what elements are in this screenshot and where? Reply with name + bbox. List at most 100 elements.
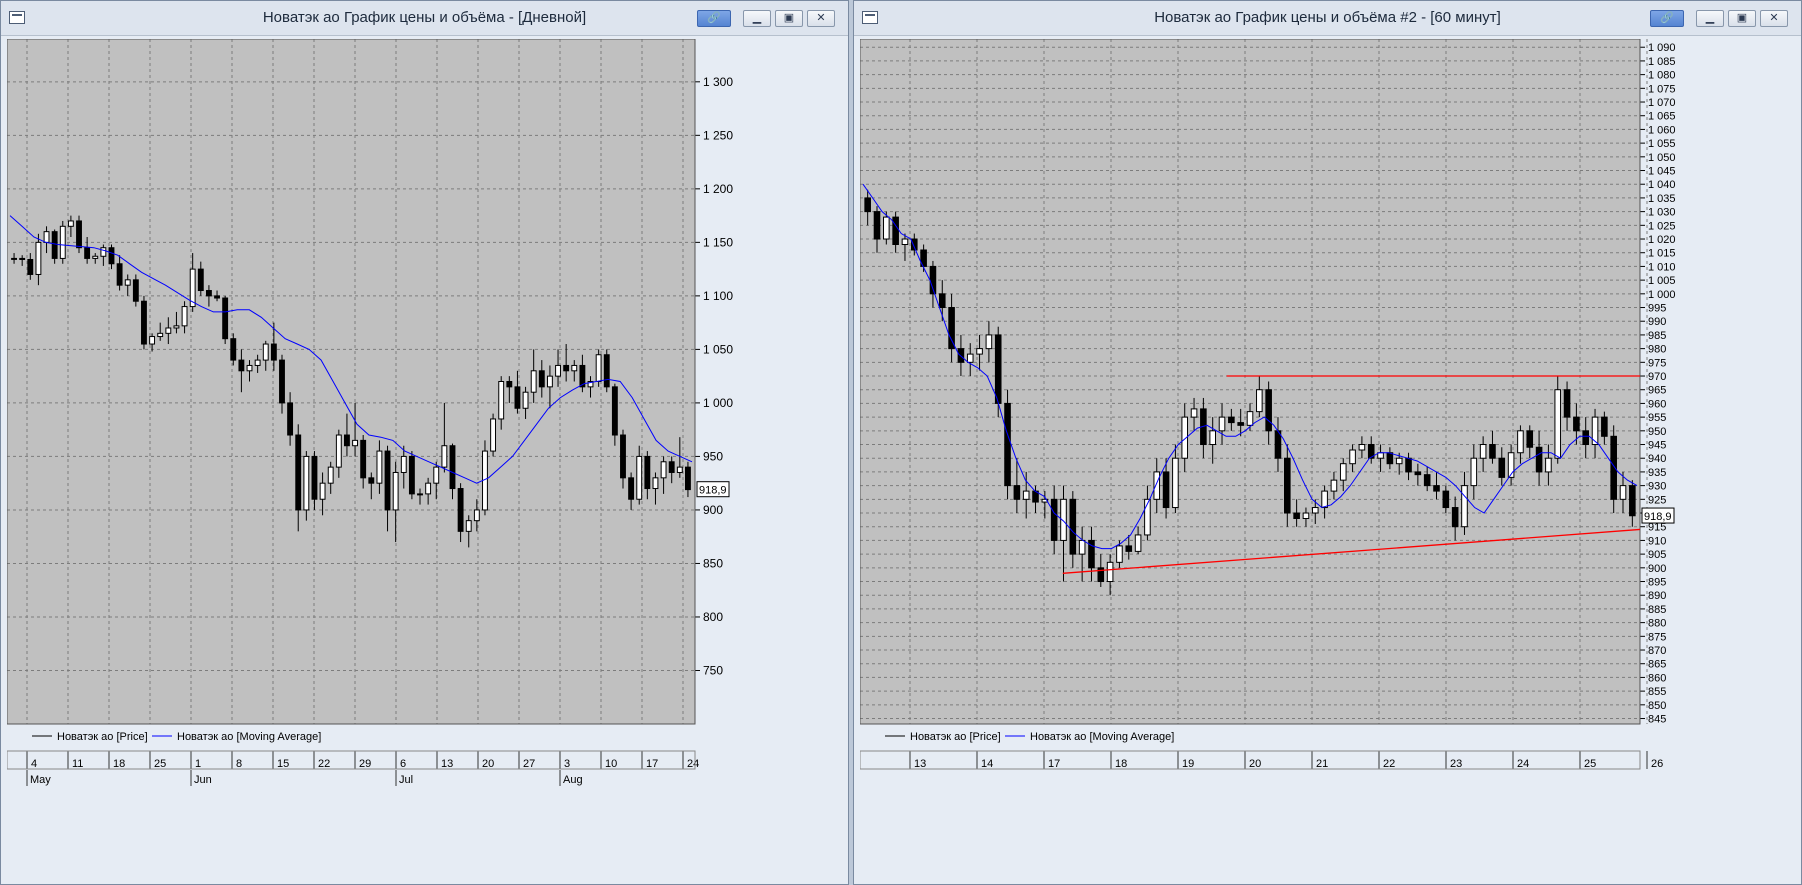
month-label: Aug bbox=[563, 774, 583, 786]
candle-body bbox=[1162, 471, 1170, 509]
candle-body bbox=[392, 471, 399, 511]
y-tick-label: 945 bbox=[1648, 440, 1666, 452]
y-tick-label: 1 090 bbox=[1648, 42, 1676, 54]
title-bar[interactable]: Новатэк ао График цены и объёма #2 - [60… bbox=[854, 1, 1801, 36]
x-tick-label: 4 bbox=[31, 758, 37, 770]
candle-body bbox=[1218, 416, 1226, 432]
y-tick-label: 850 bbox=[703, 556, 723, 570]
candle-body bbox=[457, 488, 464, 532]
candle-body bbox=[335, 434, 342, 468]
y-tick-label: 1 000 bbox=[703, 396, 733, 410]
y-tick-label: 980 bbox=[1648, 344, 1666, 356]
x-tick-label: 25 bbox=[1584, 758, 1596, 770]
candle-body bbox=[1284, 457, 1291, 514]
x-tick-label: 17 bbox=[646, 758, 658, 770]
candle-body bbox=[262, 343, 269, 361]
x-tick-label: 29 bbox=[359, 758, 371, 770]
candle-body bbox=[1545, 457, 1552, 473]
candle-body bbox=[76, 220, 82, 249]
candle-body bbox=[490, 418, 497, 452]
candle-body bbox=[1153, 471, 1161, 500]
candle-body bbox=[1405, 457, 1412, 473]
candle-body bbox=[230, 338, 237, 361]
candle-body bbox=[652, 477, 659, 490]
y-tick-label: 875 bbox=[1648, 631, 1666, 643]
y-tick-label: 935 bbox=[1648, 467, 1666, 479]
y-tick-label: 910 bbox=[1648, 535, 1666, 547]
last-price-label: 918,9 bbox=[699, 485, 727, 497]
x-tick-label: 22 bbox=[318, 758, 330, 770]
minimize-icon[interactable]: ▁ bbox=[1696, 10, 1724, 27]
x-tick-label: 3 bbox=[564, 758, 570, 770]
candle-body bbox=[966, 353, 974, 363]
y-tick-label: 855 bbox=[1648, 686, 1666, 698]
candle-body bbox=[1339, 463, 1347, 481]
y-tick-label: 970 bbox=[1648, 371, 1666, 383]
candle-body bbox=[1619, 485, 1627, 500]
candle-body bbox=[27, 258, 34, 275]
chart-area[interactable]: 750 800 850 900 950 1 000 1 050 1 100 1 150 1 200… bbox=[7, 39, 844, 883]
y-tick-label: 1 065 bbox=[1648, 111, 1676, 123]
candle-body bbox=[883, 216, 890, 240]
candle-body bbox=[1293, 512, 1300, 519]
candle-body bbox=[1190, 408, 1198, 418]
candle-body bbox=[384, 450, 391, 511]
candle-body bbox=[1423, 474, 1431, 487]
y-tick-label: 1 055 bbox=[1648, 138, 1676, 150]
candle-body bbox=[522, 391, 529, 409]
candle-body bbox=[433, 466, 440, 484]
x-tick-label: 8 bbox=[236, 758, 242, 770]
title-bar[interactable]: Новатэк ао График цены и объёма - [Дневн… bbox=[1, 1, 848, 36]
y-tick-label: 870 bbox=[1648, 645, 1666, 657]
candle-body bbox=[555, 364, 561, 377]
candle-body bbox=[246, 364, 253, 372]
candle-body bbox=[270, 343, 277, 361]
candle-body bbox=[546, 375, 553, 388]
hourly-price-chart[interactable]: 845 850 855 860865 870 875880 885 890895 900 905 9… bbox=[860, 39, 1797, 883]
restore-icon[interactable]: ▣ bbox=[775, 10, 803, 27]
y-tick-label: 1 060 bbox=[1648, 124, 1676, 136]
x-tick-label: 26 bbox=[1651, 758, 1663, 770]
candle-body bbox=[214, 295, 220, 299]
candle-body bbox=[165, 327, 172, 334]
restore-icon[interactable]: ▣ bbox=[1728, 10, 1756, 27]
candle-body bbox=[1479, 444, 1487, 459]
candle-body bbox=[1116, 545, 1123, 563]
close-icon[interactable]: ✕ bbox=[807, 10, 835, 27]
link-icon[interactable]: 🔗 bbox=[697, 10, 731, 27]
candle-body bbox=[948, 307, 955, 350]
link-icon[interactable]: 🔗 bbox=[1650, 10, 1684, 27]
close-icon[interactable]: ✕ bbox=[1760, 10, 1788, 27]
chart-window-daily[interactable]: Новатэк ао График цены и объёма - [Дневн… bbox=[0, 0, 849, 885]
candle-body bbox=[43, 231, 50, 243]
minimize-icon[interactable]: ▁ bbox=[743, 10, 771, 27]
x-tick-label: 25 bbox=[154, 758, 166, 770]
y-tick-label: 950 bbox=[703, 449, 723, 463]
candle-body bbox=[1414, 471, 1422, 476]
candle-body bbox=[1554, 389, 1562, 459]
candle-body bbox=[660, 461, 667, 479]
candle-body bbox=[1610, 435, 1617, 500]
legend-ma: Новатэк ао [Moving Average] bbox=[177, 731, 321, 743]
candle-body bbox=[864, 197, 871, 213]
chart-area[interactable]: 845 850 855 860 865 870 875 880 885 890 895 900 905 9… bbox=[860, 39, 1797, 883]
y-tick-label: 990 bbox=[1648, 316, 1666, 328]
candle-body bbox=[1069, 498, 1077, 555]
candle-body bbox=[892, 216, 899, 246]
candle-body bbox=[1349, 449, 1356, 465]
candle-body bbox=[132, 279, 139, 302]
candle-body bbox=[1582, 430, 1590, 446]
candle-body bbox=[67, 220, 74, 227]
candle-body bbox=[1442, 490, 1450, 509]
candle-body bbox=[1134, 534, 1142, 552]
candle-body bbox=[1125, 545, 1133, 552]
candle-body bbox=[327, 466, 334, 484]
chart-window-60min[interactable]: Новатэк ао График цены и объёма #2 - [60… bbox=[853, 0, 1802, 885]
candle-body bbox=[141, 300, 147, 345]
y-tick-label: 1 010 bbox=[1648, 261, 1676, 273]
candle-body bbox=[1498, 457, 1506, 478]
daily-price-chart[interactable]: 750 800 850 900 950 1 000 1 050 1 100 1 150 1 200… bbox=[7, 39, 844, 883]
y-tick-label: 800 bbox=[703, 610, 723, 624]
x-tick-label: 14 bbox=[981, 758, 993, 770]
y-tick-label: 1 200 bbox=[703, 182, 733, 196]
